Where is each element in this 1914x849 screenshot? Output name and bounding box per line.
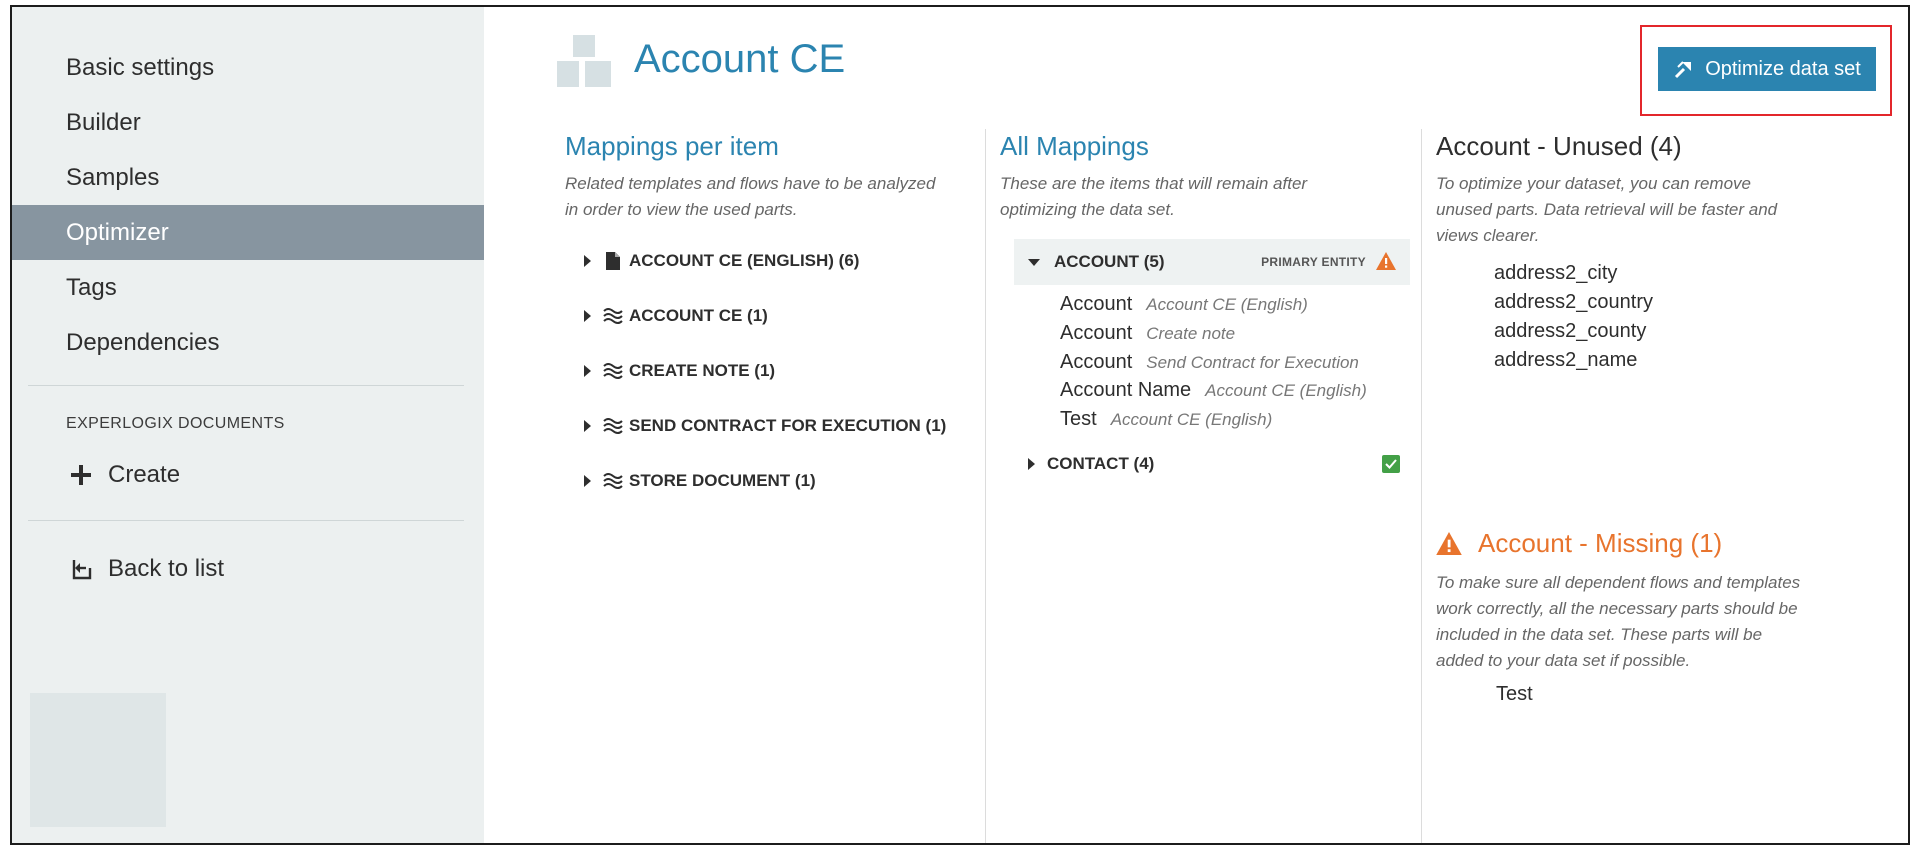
plus-icon <box>66 460 96 490</box>
description-line: unused parts. Data retrieval will be fas… <box>1436 200 1778 219</box>
optimize-highlight: Optimize data set <box>1640 25 1892 116</box>
nav-optimizer[interactable]: Optimizer <box>12 205 484 260</box>
missing-title-label: Account - Missing (1) <box>1478 528 1723 558</box>
mapping-item-label: STORE DOCUMENT (1) <box>629 471 816 490</box>
description-line: To optimize your dataset, you can remove <box>1436 174 1751 193</box>
expand-caret-icon <box>584 420 591 432</box>
warning-icon <box>1436 532 1462 555</box>
sidebar-divider <box>28 385 464 386</box>
unused-item: address2_country <box>1494 291 1653 313</box>
mapping-row: Account Send Contract for Execution <box>1060 351 1359 379</box>
mapping-field: Account <box>1060 351 1133 373</box>
placeholder-image <box>30 693 166 827</box>
missing-item: Test <box>1496 683 1533 705</box>
nav-tags[interactable]: Tags <box>12 260 484 315</box>
flow-icon <box>603 361 623 381</box>
mapping-item[interactable]: ACCOUNT CE (1) <box>584 301 768 331</box>
primary-entity-badge: PRIMARY ENTITY <box>1261 255 1366 269</box>
check-icon <box>1382 455 1400 473</box>
mapping-row: Account Create note <box>1060 322 1235 350</box>
unused-item: address2_name <box>1494 349 1638 371</box>
unused-item: address2_county <box>1494 320 1647 342</box>
all-mappings-title: All Mappings <box>1000 131 1149 161</box>
expand-caret-icon <box>1028 458 1035 470</box>
mappings-per-item-title: Mappings per item <box>565 131 779 161</box>
description-line: added to your data set if possible. <box>1436 651 1691 670</box>
sidebar: Basic settings Builder Samples Optimizer… <box>12 7 484 843</box>
mapping-field: Account <box>1060 293 1133 315</box>
dataset-logo-icon <box>557 35 617 95</box>
mapping-field: Account Name <box>1060 379 1192 401</box>
mapping-item-label: CREATE NOTE (1) <box>629 361 776 380</box>
optimize-label: Optimize data set <box>1705 57 1861 80</box>
account-group-label: ACCOUNT (5) <box>1054 252 1165 271</box>
create-label: Create <box>108 461 181 488</box>
back-to-list-label: Back to list <box>108 555 225 582</box>
mapping-item[interactable]: ACCOUNT CE (ENGLISH) (6) <box>584 246 859 276</box>
description-line: To make sure all dependent flows and tem… <box>1436 573 1801 592</box>
document-icon <box>603 251 623 271</box>
flow-icon <box>603 416 623 436</box>
mapping-field: Account <box>1060 322 1133 344</box>
unused-description: To optimize your dataset, you can remove… <box>1436 171 1777 249</box>
description-line: optimizing the data set. <box>1000 200 1175 219</box>
mapping-source: Send Contract for Execution <box>1146 353 1359 372</box>
mapping-source: Account CE (English) <box>1205 381 1367 400</box>
flow-icon <box>603 471 623 491</box>
warning-icon <box>1376 252 1396 275</box>
flow-icon <box>603 306 623 326</box>
expand-caret-icon <box>584 475 591 487</box>
missing-description: To make sure all dependent flows and tem… <box>1436 570 1800 674</box>
description-line: Related templates and flows have to be a… <box>565 174 936 193</box>
mapping-row: Account Name Account CE (English) <box>1060 379 1367 407</box>
mapping-source: Create note <box>1146 324 1236 343</box>
mapping-source: Account CE (English) <box>1110 410 1273 429</box>
create-button[interactable]: Create <box>66 458 180 492</box>
description-line: views clearer. <box>1436 226 1540 245</box>
nav-samples[interactable]: Samples <box>12 150 484 205</box>
page-title: Account CE <box>634 37 846 81</box>
back-to-list-button[interactable]: Back to list <box>66 552 224 586</box>
column-divider <box>1421 129 1422 843</box>
app-frame: Basic settings Builder Samples Optimizer… <box>10 5 1910 845</box>
mapping-item[interactable]: CREATE NOTE (1) <box>584 356 775 386</box>
mapping-row: Account Account CE (English) <box>1060 293 1308 321</box>
collapse-caret-icon <box>1028 258 1040 266</box>
account-group-header[interactable]: ACCOUNT (5) PRIMARY ENTITY <box>1014 239 1410 285</box>
expand-caret-icon <box>584 365 591 377</box>
mapping-item-label: ACCOUNT CE (ENGLISH) (6) <box>629 251 860 270</box>
expand-caret-icon <box>584 255 591 267</box>
contact-group-label: CONTACT (4) <box>1047 454 1155 473</box>
mapping-field: Test <box>1060 408 1097 430</box>
contact-group-header[interactable]: CONTACT (4) <box>1028 449 1400 479</box>
mapping-item-label: ACCOUNT CE (1) <box>629 306 768 325</box>
nav-basic-settings[interactable]: Basic settings <box>12 40 484 95</box>
section-heading: EXPERLOGIX DOCUMENTS <box>66 415 285 432</box>
description-line: work correctly, all the necessary parts … <box>1436 599 1798 618</box>
description-line: in order to view the used parts. <box>565 200 798 219</box>
sidebar-divider <box>28 520 464 521</box>
mapping-item[interactable]: SEND CONTRACT FOR EXECUTION (1) <box>584 411 946 441</box>
unused-item: address2_city <box>1494 262 1618 284</box>
unused-title: Account - Unused (4) <box>1436 131 1682 161</box>
mapping-item-label: SEND CONTRACT FOR EXECUTION (1) <box>629 416 947 435</box>
mapping-item[interactable]: STORE DOCUMENT (1) <box>584 466 816 496</box>
mapping-row: Test Account CE (English) <box>1060 408 1272 436</box>
expand-caret-icon <box>584 310 591 322</box>
optimize-icon <box>1673 58 1695 80</box>
optimize-data-set-button[interactable]: Optimize data set <box>1658 47 1876 91</box>
nav-dependencies[interactable]: Dependencies <box>12 315 484 370</box>
mapping-source: Account CE (English) <box>1146 295 1308 314</box>
nav-builder[interactable]: Builder <box>12 95 484 150</box>
description-line: These are the items that will remain aft… <box>1000 174 1308 193</box>
column-divider <box>985 129 986 843</box>
all-mappings-description: These are the items that will remain aft… <box>1000 171 1307 223</box>
missing-title: Account - Missing (1) <box>1436 528 1722 559</box>
mappings-per-item-description: Related templates and flows have to be a… <box>565 171 935 223</box>
back-arrow-icon <box>66 554 96 584</box>
description-line: included in the data set. These parts wi… <box>1436 625 1763 644</box>
